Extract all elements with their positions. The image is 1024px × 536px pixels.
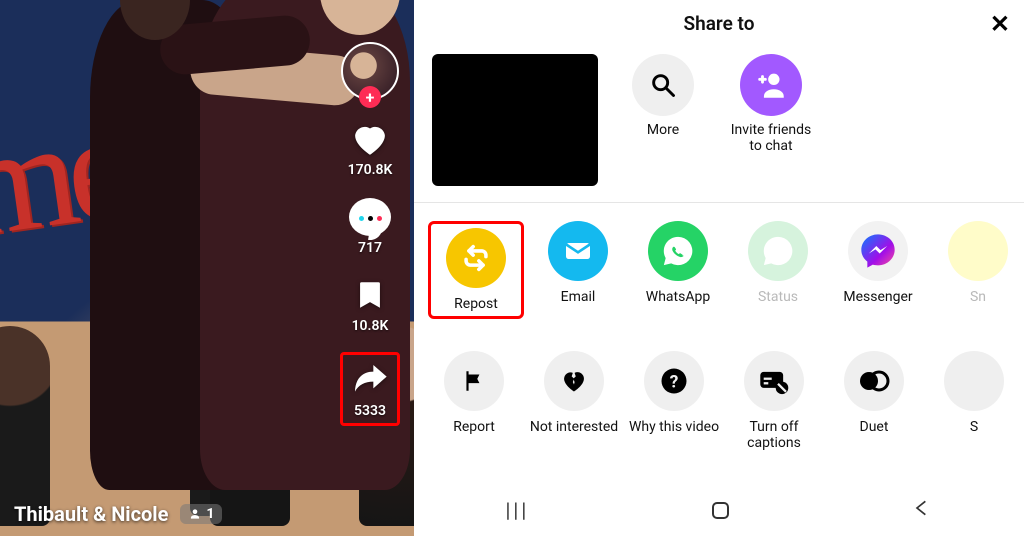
repost-icon: [446, 228, 506, 288]
email-button[interactable]: Email: [532, 221, 624, 305]
video-feed[interactable]: me + 170: [0, 0, 414, 536]
more-button[interactable]: More: [620, 54, 706, 138]
whatsapp-icon: [648, 221, 708, 281]
status-button[interactable]: Status: [732, 221, 824, 305]
video-thumbnail[interactable]: [432, 54, 598, 186]
creator-username[interactable]: Thibault & Nicole: [14, 502, 168, 526]
turn-off-captions-button[interactable]: Turn off captions: [728, 351, 820, 451]
share-sheet: Share to ✕ More Invite friends to chat: [414, 0, 1024, 536]
comment-count: 717: [358, 240, 382, 256]
comment-icon: [349, 196, 391, 238]
recents-icon[interactable]: |||: [506, 498, 530, 522]
like-button[interactable]: 170.8K: [348, 118, 393, 178]
more-icon: [944, 351, 1004, 411]
back-icon[interactable]: [912, 498, 932, 523]
duet-icon: [844, 351, 904, 411]
sheet-title: Share to: [684, 12, 755, 35]
bookmark-icon: [349, 274, 391, 316]
bookmark-button[interactable]: 10.8K: [349, 274, 391, 334]
snapchat-icon: [948, 221, 1008, 281]
whatsapp-button[interactable]: WhatsApp: [632, 221, 724, 305]
heart-icon: [349, 118, 391, 160]
search-icon: [632, 54, 694, 116]
share-count: 5333: [354, 403, 386, 419]
add-user-icon: [740, 54, 802, 116]
more-action-button[interactable]: S: [928, 351, 1020, 435]
close-icon[interactable]: ✕: [990, 10, 1010, 38]
share-icon: [349, 359, 391, 401]
like-count: 170.8K: [348, 162, 393, 178]
not-interested-button[interactable]: Not interested: [528, 351, 620, 435]
email-icon: [548, 221, 608, 281]
repost-button[interactable]: Repost: [437, 228, 515, 312]
svg-text:?: ?: [670, 372, 679, 392]
android-nav-bar: |||: [414, 484, 1024, 536]
bookmark-count: 10.8K: [352, 318, 389, 334]
flag-icon: [444, 351, 504, 411]
duet-button[interactable]: Duet: [828, 351, 920, 435]
live-badge[interactable]: 1: [180, 504, 222, 524]
share-button[interactable]: 5333: [340, 352, 400, 426]
status-icon: [748, 221, 808, 281]
messenger-button[interactable]: Messenger: [832, 221, 924, 305]
invite-friends-button[interactable]: Invite friends to chat: [728, 54, 814, 154]
why-video-button[interactable]: ? Why this video: [628, 351, 720, 435]
messenger-icon: [848, 221, 908, 281]
home-icon[interactable]: [712, 502, 729, 519]
creator-avatar[interactable]: +: [341, 42, 399, 100]
captions-off-icon: [744, 351, 804, 411]
snapchat-button[interactable]: Sn: [932, 221, 1024, 305]
broken-heart-icon: [544, 351, 604, 411]
question-icon: ?: [644, 351, 704, 411]
report-button[interactable]: Report: [428, 351, 520, 435]
person-icon: [188, 507, 202, 521]
follow-button[interactable]: +: [359, 86, 381, 108]
comment-button[interactable]: 717: [349, 196, 391, 256]
